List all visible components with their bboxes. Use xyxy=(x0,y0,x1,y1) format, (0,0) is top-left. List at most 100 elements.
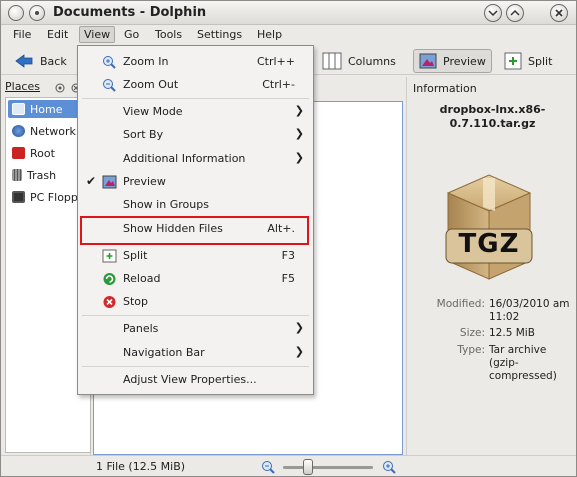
status-text: 1 File (12.5 MiB) xyxy=(96,460,186,473)
zoom-in-icon xyxy=(103,56,116,69)
menu-edit[interactable]: Edit xyxy=(47,28,68,41)
menu-shortcut: Ctrl++ xyxy=(256,55,295,68)
menu-label: Sort By xyxy=(123,128,164,141)
status-bar: 1 File (12.5 MiB) xyxy=(1,455,576,476)
reload-icon xyxy=(103,273,116,285)
menu-item-view-mode[interactable]: View Mode ❯ xyxy=(78,102,313,122)
title-bar[interactable]: Documents - Dolphin xyxy=(1,1,576,25)
menu-label: Zoom In xyxy=(123,55,169,68)
menu-tools[interactable]: Tools xyxy=(155,28,182,41)
tgz-archive-icon xyxy=(445,174,533,280)
menu-label: Navigation Bar xyxy=(123,346,205,359)
columns-label: Columns xyxy=(348,54,396,68)
chevron-up-icon xyxy=(510,9,520,16)
places-title: Places xyxy=(5,80,40,93)
menu-file[interactable]: File xyxy=(13,28,31,41)
menu-label: Show in Groups xyxy=(123,198,209,211)
preview-button[interactable]: Preview xyxy=(413,49,492,73)
submenu-arrow-icon: ❯ xyxy=(294,321,304,334)
submenu-arrow-icon: ❯ xyxy=(294,127,304,140)
place-label: Root xyxy=(30,146,55,160)
modified-key: Modified: xyxy=(436,298,485,310)
zoom-in-icon[interactable] xyxy=(382,460,396,474)
window-menu-icon[interactable] xyxy=(8,5,24,21)
menu-separator xyxy=(82,98,309,99)
preview-icon xyxy=(102,175,117,189)
submenu-arrow-icon: ❯ xyxy=(294,345,304,358)
menu-label: Reload xyxy=(123,272,161,285)
menu-label: Zoom Out xyxy=(123,78,179,91)
menu-separator xyxy=(82,315,309,316)
menu-item-navigation-bar[interactable]: Navigation Bar ❯ xyxy=(78,343,313,363)
menu-item-adjust-view-properties[interactable]: Adjust View Properties... xyxy=(78,370,313,390)
menu-label: Preview xyxy=(123,175,166,188)
type-key: Type: xyxy=(457,344,485,356)
menu-settings[interactable]: Settings xyxy=(197,28,242,41)
menu-shortcut: Ctrl+- xyxy=(262,78,295,91)
menu-label: Split xyxy=(123,249,148,262)
menu-label: Panels xyxy=(123,322,159,335)
preview-icon xyxy=(419,53,437,69)
menu-bar: File Edit View Go Tools Settings Help xyxy=(1,25,576,45)
close-button[interactable] xyxy=(550,4,568,22)
menu-item-preview[interactable]: ✔ Preview xyxy=(78,172,313,192)
file-name: dropbox-lnx.x86-0.7.110.tar.gz xyxy=(439,103,546,130)
menu-label: Additional Information xyxy=(123,152,246,165)
root-folder-icon xyxy=(12,147,25,159)
menu-label: Stop xyxy=(123,295,149,308)
zoom-slider-track[interactable] xyxy=(283,466,373,469)
menu-item-zoom-in[interactable]: Zoom In Ctrl++ xyxy=(78,52,313,72)
tgz-label: TGZ xyxy=(458,229,520,259)
size-key: Size: xyxy=(459,327,485,339)
menu-help[interactable]: Help xyxy=(257,28,282,41)
menu-item-split[interactable]: Split F3 xyxy=(78,246,313,266)
menu-shortcut: F3 xyxy=(281,249,295,262)
menu-item-additional-information[interactable]: Additional Information ❯ xyxy=(78,149,313,169)
stop-icon xyxy=(103,296,116,308)
maximize-button[interactable] xyxy=(506,4,524,22)
preview-label: Preview xyxy=(443,54,486,68)
zoom-out-icon[interactable] xyxy=(261,460,275,474)
menu-label: Adjust View Properties... xyxy=(123,373,257,386)
menu-item-sort-by[interactable]: Sort By ❯ xyxy=(78,125,313,145)
menu-item-panels[interactable]: Panels ❯ xyxy=(78,319,313,339)
minimize-button[interactable] xyxy=(484,4,502,22)
split-button[interactable]: Split xyxy=(499,49,557,73)
columns-icon xyxy=(322,52,342,70)
menu-view[interactable]: View xyxy=(79,26,116,43)
window-title: Documents - Dolphin xyxy=(53,5,207,20)
columns-view-button[interactable]: Columns xyxy=(317,49,401,73)
float-panel-icon[interactable] xyxy=(55,83,65,93)
trash-icon xyxy=(12,169,22,181)
modified-value: 16/03/2010 am 11:02 xyxy=(489,298,570,323)
highlight-annotation xyxy=(80,216,309,245)
menu-item-stop[interactable]: Stop xyxy=(78,292,313,312)
menu-go[interactable]: Go xyxy=(124,28,139,41)
menu-item-zoom-out[interactable]: Zoom Out Ctrl+- xyxy=(78,75,313,95)
floppy-icon xyxy=(12,191,25,203)
menu-item-reload[interactable]: Reload F5 xyxy=(78,269,313,289)
back-button[interactable]: Back xyxy=(9,49,72,73)
network-globe-icon xyxy=(12,125,25,137)
place-label: Network xyxy=(30,124,76,138)
zoom-out-icon xyxy=(103,79,116,92)
size-value: 12.5 MiB xyxy=(489,327,535,339)
close-icon xyxy=(555,9,563,17)
menu-item-show-in-groups[interactable]: Show in Groups xyxy=(78,195,313,215)
menu-shortcut: F5 xyxy=(281,272,295,285)
dolphin-window: Documents - Dolphin File Edit View Go To… xyxy=(0,0,577,477)
split-icon xyxy=(102,249,117,263)
menu-label: View Mode xyxy=(123,105,183,118)
home-folder-icon xyxy=(12,103,25,115)
chevron-down-icon xyxy=(488,10,498,17)
place-label: Trash xyxy=(27,168,57,182)
place-label: PC Flopp xyxy=(30,190,78,204)
split-icon xyxy=(504,52,522,70)
menu-separator xyxy=(82,366,309,367)
back-label: Back xyxy=(40,54,67,68)
zoom-slider-handle[interactable] xyxy=(303,459,313,475)
back-arrow-icon xyxy=(15,54,33,68)
information-panel: Information dropbox-lnx.x86-0.7.110.tar.… xyxy=(406,77,574,455)
sticky-icon[interactable] xyxy=(29,5,45,21)
split-label: Split xyxy=(528,54,553,68)
